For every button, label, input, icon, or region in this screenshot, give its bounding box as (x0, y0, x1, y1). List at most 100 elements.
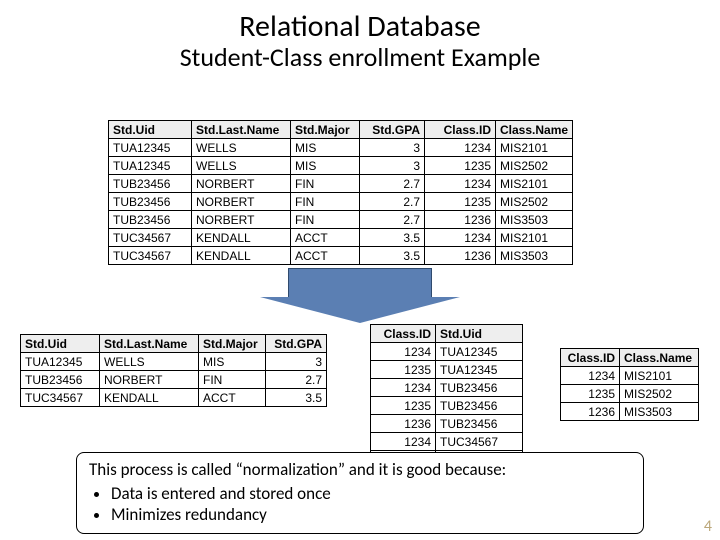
table-row: 1235MIS2502 (561, 385, 699, 403)
table-cell: MIS3503 (620, 403, 699, 421)
table-cell: 1234 (561, 367, 620, 385)
table-row: TUA12345WELLSMIS3 (21, 353, 327, 371)
column-header: Std.Major (199, 335, 266, 353)
table-cell: MIS (199, 353, 266, 371)
table-cell: NORBERT (100, 371, 199, 389)
column-header: Std.Last.Name (192, 121, 291, 139)
table-cell: NORBERT (192, 211, 291, 229)
table-cell: 1236 (425, 211, 496, 229)
table-cell: TUB23456 (436, 397, 523, 415)
table-cell: 1235 (561, 385, 620, 403)
column-header: Std.Uid (109, 121, 192, 139)
column-header: Std.Uid (436, 325, 523, 343)
table-cell: TUC34567 (109, 247, 192, 265)
table-cell: TUB23456 (109, 175, 192, 193)
column-header: Std.Major (291, 121, 360, 139)
footer-note: This process is called “normalization” a… (76, 452, 644, 534)
table-row: TUC34567KENDALLACCT3.5 (21, 389, 327, 407)
table-row: TUB23456NORBERTFIN2.7 (21, 371, 327, 389)
table-cell: MIS3503 (496, 247, 573, 265)
table-cell: MIS2101 (620, 367, 699, 385)
column-header: Std.Uid (21, 335, 100, 353)
column-header: Class.ID (371, 325, 436, 343)
note-bullet-2: Minimizes redundancy (111, 504, 631, 525)
table-cell: 2.7 (360, 175, 425, 193)
table-cell: TUB23456 (21, 371, 100, 389)
table-cell: 1234 (425, 175, 496, 193)
column-header: Std.GPA (360, 121, 425, 139)
table-row: TUA12345WELLSMIS31234MIS2101 (109, 139, 573, 157)
class-table: Class.IDClass.Name1234MIS21011235MIS2502… (560, 348, 699, 421)
table-cell: 3.5 (360, 247, 425, 265)
table-cell: NORBERT (192, 175, 291, 193)
table-cell: 1236 (561, 403, 620, 421)
table-row: 1234MIS2101 (561, 367, 699, 385)
table-cell: TUC34567 (109, 229, 192, 247)
page-number: 4 (704, 517, 712, 536)
table-cell: FIN (199, 371, 266, 389)
table-cell: TUC34567 (21, 389, 100, 407)
table-cell: TUA12345 (436, 343, 523, 361)
table-cell: WELLS (192, 139, 291, 157)
table-cell: MIS2502 (620, 385, 699, 403)
table-cell: TUB23456 (436, 379, 523, 397)
column-header: Std.Last.Name (100, 335, 199, 353)
table-cell: TUB23456 (436, 415, 523, 433)
table-cell: FIN (291, 211, 360, 229)
table-cell: 1234 (371, 379, 436, 397)
table-cell: TUC34567 (436, 433, 523, 451)
table-cell: 1234 (425, 139, 496, 157)
table-cell: 1234 (371, 343, 436, 361)
column-header: Class.Name (620, 349, 699, 367)
table-cell: MIS2502 (496, 157, 573, 175)
table-row: TUB23456NORBERTFIN2.71235MIS2502 (109, 193, 573, 211)
master-table: Std.UidStd.Last.NameStd.MajorStd.GPAClas… (108, 120, 573, 265)
table-cell: 3.5 (266, 389, 327, 407)
table-row: 1236MIS3503 (561, 403, 699, 421)
table-cell: MIS2101 (496, 229, 573, 247)
table-cell: 1234 (371, 433, 436, 451)
table-cell: ACCT (199, 389, 266, 407)
table-cell: 1236 (425, 247, 496, 265)
table-row: 1235TUA12345 (371, 361, 523, 379)
table-cell: 1235 (425, 157, 496, 175)
table-cell: TUA12345 (109, 139, 192, 157)
table-cell: 3 (360, 157, 425, 175)
column-header: Std.GPA (266, 335, 327, 353)
class-table-container: Class.IDClass.Name1234MIS21011235MIS2502… (560, 348, 699, 421)
table-row: TUB23456NORBERTFIN2.71234MIS2101 (109, 175, 573, 193)
table-cell: 3 (266, 353, 327, 371)
table-row: 1235TUB23456 (371, 397, 523, 415)
table-cell: 2.7 (266, 371, 327, 389)
table-cell: ACCT (291, 247, 360, 265)
note-bullet-1: Data is entered and stored once (111, 483, 631, 504)
student-table-container: Std.UidStd.Last.NameStd.MajorStd.GPATUA1… (20, 334, 327, 407)
table-cell: 1235 (425, 193, 496, 211)
table-cell: 2.7 (360, 193, 425, 211)
enrollment-table: Class.IDStd.Uid1234TUA123451235TUA123451… (370, 324, 523, 469)
table-cell: MIS3503 (496, 211, 573, 229)
table-cell: 2.7 (360, 211, 425, 229)
table-cell: FIN (291, 193, 360, 211)
table-cell: MIS (291, 157, 360, 175)
table-cell: TUA12345 (436, 361, 523, 379)
table-cell: KENDALL (192, 229, 291, 247)
table-cell: KENDALL (100, 389, 199, 407)
table-row: TUA12345WELLSMIS31235MIS2502 (109, 157, 573, 175)
table-cell: MIS (291, 139, 360, 157)
column-header: Class.ID (425, 121, 496, 139)
table-cell: 1234 (425, 229, 496, 247)
table-cell: MIS2502 (496, 193, 573, 211)
table-row: 1236TUB23456 (371, 415, 523, 433)
student-table: Std.UidStd.Last.NameStd.MajorStd.GPATUA1… (20, 334, 327, 407)
table-cell: TUB23456 (109, 193, 192, 211)
table-cell: NORBERT (192, 193, 291, 211)
table-cell: 1235 (371, 361, 436, 379)
master-table-container: Std.UidStd.Last.NameStd.MajorStd.GPAClas… (108, 120, 573, 265)
table-cell: TUB23456 (109, 211, 192, 229)
slide-title: Relational Database (0, 10, 720, 43)
table-cell: 3.5 (360, 229, 425, 247)
table-cell: FIN (291, 175, 360, 193)
table-cell: MIS2101 (496, 139, 573, 157)
table-cell: 3 (360, 139, 425, 157)
